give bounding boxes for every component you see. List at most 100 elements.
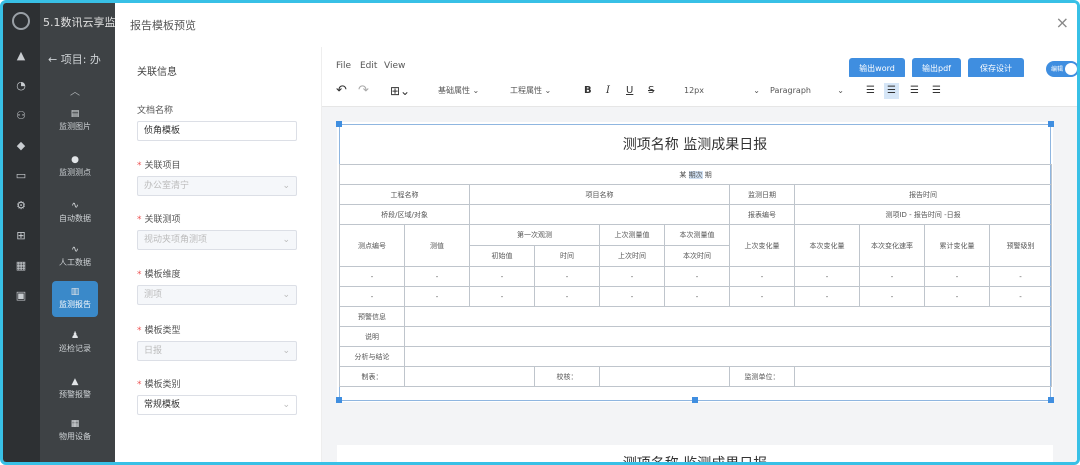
nav-item-devices[interactable]: ▦ 物用设备 — [52, 417, 98, 451]
analysis-value[interactable] — [403, 346, 1053, 367]
table-cell[interactable]: - — [924, 266, 990, 287]
table-cell[interactable]: - — [469, 266, 535, 287]
nav-item-auto-data[interactable]: ∿ 自动数据 — [52, 199, 98, 233]
date-line-cell[interactable]: 某 期次 期 — [338, 164, 1053, 185]
table-cell[interactable]: - — [469, 286, 535, 307]
header-this-change[interactable]: 本次变化量 — [794, 224, 860, 267]
cell-report-time[interactable]: 报告时间 — [793, 184, 1053, 205]
table-cell[interactable]: - — [339, 266, 405, 287]
table-cell[interactable]: - — [859, 266, 925, 287]
resize-handle[interactable] — [1048, 121, 1054, 127]
check-value[interactable] — [599, 366, 730, 387]
unit-label[interactable]: 监测单位： — [729, 366, 795, 387]
header-init[interactable]: 初始值 — [469, 245, 535, 267]
table-cell[interactable]: - — [664, 266, 730, 287]
basic-props-dropdown[interactable]: 基础属性 ⌄ — [438, 83, 479, 99]
nav-item-monitor-points[interactable]: ● 监测测点 — [52, 153, 98, 187]
save-design-button[interactable]: 保存设计 — [968, 58, 1024, 79]
template-category-select[interactable]: 常规模板 ⌄ — [137, 395, 297, 415]
monitor-icon[interactable]: ▭ — [14, 169, 28, 183]
table-cell[interactable]: - — [534, 266, 600, 287]
header-cumulative[interactable]: 累计变化量 — [924, 224, 990, 267]
table-cell[interactable]: - — [729, 266, 795, 287]
header-first[interactable]: 第一次观测 — [469, 224, 600, 246]
resize-handle[interactable] — [336, 397, 342, 403]
unit-value[interactable] — [793, 366, 1053, 387]
report-table[interactable]: 某 期次 期 工程名称 项目名称 监测日期 报告时间 桥段/区域/对象 报表编号… — [338, 164, 1053, 387]
nav-item-inspection[interactable]: ♟ 巡检记录 — [52, 329, 98, 363]
org-chart-icon[interactable]: ⊞ — [14, 229, 28, 243]
table-cell[interactable]: - — [404, 286, 470, 307]
menu-edit[interactable]: Edit — [360, 61, 377, 71]
grid-icon[interactable]: ▦ — [14, 259, 28, 273]
dashboard-icon[interactable]: ◔ — [14, 79, 28, 93]
header-warn-level[interactable]: 预警级别 — [988, 224, 1053, 267]
table-cell[interactable]: - — [599, 266, 665, 287]
nav-item-monitor-report[interactable]: ▥ 监测报告 — [52, 281, 98, 317]
align-right-icon[interactable]: ☰ — [910, 83, 919, 99]
note-label[interactable]: 说明 — [339, 326, 405, 347]
cell-project-name[interactable]: 项目名称 — [469, 184, 730, 205]
resize-handle[interactable] — [336, 121, 342, 127]
undo-icon[interactable]: ↶ — [336, 83, 347, 99]
header-last-time[interactable]: 上次时间 — [599, 245, 665, 267]
measure-item-select[interactable]: 视动夹项角测项 ⌄ — [137, 230, 297, 250]
bold-icon[interactable]: B — [584, 83, 592, 99]
align-center-icon[interactable]: ☰ — [884, 83, 899, 99]
check-label[interactable]: 校核： — [534, 366, 600, 387]
menu-view[interactable]: View — [384, 61, 405, 71]
italic-icon[interactable]: I — [606, 83, 610, 99]
cell-report-no[interactable]: 测项ID - 报告时间 -日报 — [793, 204, 1053, 225]
header-last[interactable]: 上次测量值 — [599, 224, 665, 246]
home-icon[interactable]: ▲ — [14, 49, 28, 63]
display-icon[interactable]: ▣ — [14, 289, 28, 303]
header-time[interactable]: 时间 — [534, 245, 600, 267]
underline-icon[interactable]: U — [626, 83, 633, 99]
close-icon[interactable]: × — [1056, 13, 1069, 32]
export-word-button[interactable]: 输出word — [849, 58, 905, 79]
maker-label[interactable]: 制表： — [339, 366, 405, 387]
cell-project-name-label[interactable]: 工程名称 — [339, 184, 470, 205]
table-cell[interactable]: - — [729, 286, 795, 307]
cell-report-no-label[interactable]: 报表编号 — [729, 204, 795, 225]
menu-file[interactable]: File — [336, 61, 351, 71]
header-value[interactable]: 测值 — [404, 224, 470, 267]
resize-handle[interactable] — [692, 397, 698, 403]
table-cell[interactable]: - — [924, 286, 990, 307]
cell-area-value[interactable] — [469, 204, 730, 225]
resize-handle[interactable] — [1048, 397, 1054, 403]
header-rate[interactable]: 本次变化速率 — [859, 224, 925, 267]
cell-area-label[interactable]: 桥段/区域/对象 — [339, 204, 470, 225]
edit-toggle[interactable]: 编辑 — [1046, 61, 1077, 77]
table-cell[interactable]: - — [988, 266, 1053, 287]
table-cell[interactable]: - — [859, 286, 925, 307]
project-props-dropdown[interactable]: 工程属性 ⌄ — [510, 83, 551, 99]
header-this[interactable]: 本次测量值 — [664, 224, 730, 246]
chevron-up-icon[interactable]: ︿ — [70, 83, 80, 98]
template-type-select[interactable]: 日报 ⌄ — [137, 341, 297, 361]
nav-item-manual-data[interactable]: ∿ 人工数据 — [52, 243, 98, 277]
strikethrough-icon[interactable]: S — [648, 83, 654, 99]
table-cell[interactable]: - — [534, 286, 600, 307]
nav-item-warning[interactable]: ▲ 预警报警 — [52, 375, 98, 409]
table-cell[interactable]: - — [599, 286, 665, 307]
table-cell[interactable]: - — [664, 286, 730, 307]
alarm-icon[interactable]: ◆ — [14, 139, 28, 153]
align-left-icon[interactable]: ☰ — [866, 83, 875, 99]
doc-name-input[interactable]: 侦角模板 — [137, 121, 297, 141]
warn-info-label[interactable]: 预警信息 — [339, 306, 405, 327]
report-title[interactable]: 测项名称 监测成果日报 — [337, 134, 1053, 154]
maker-value[interactable] — [404, 366, 535, 387]
header-this-time[interactable]: 本次时间 — [664, 245, 730, 267]
paragraph-select[interactable]: Paragraph ⌄ — [770, 83, 844, 99]
font-size-select[interactable]: 12px ⌄ — [684, 83, 760, 99]
table-cell[interactable]: - — [339, 286, 405, 307]
analysis-label[interactable]: 分析与结论 — [339, 346, 405, 367]
settings-icon[interactable]: ⚙ — [14, 199, 28, 213]
nav-item-monitor-image[interactable]: ▤ 监测图片 — [52, 107, 98, 141]
report-title[interactable]: 测项名称 监测成果日报 — [337, 453, 1053, 462]
table-icon[interactable]: ⊞⌄ — [390, 83, 410, 99]
cell-monitor-date-label[interactable]: 监测日期 — [729, 184, 795, 205]
justify-icon[interactable]: ☰ — [932, 83, 941, 99]
table-cell[interactable]: - — [794, 266, 860, 287]
